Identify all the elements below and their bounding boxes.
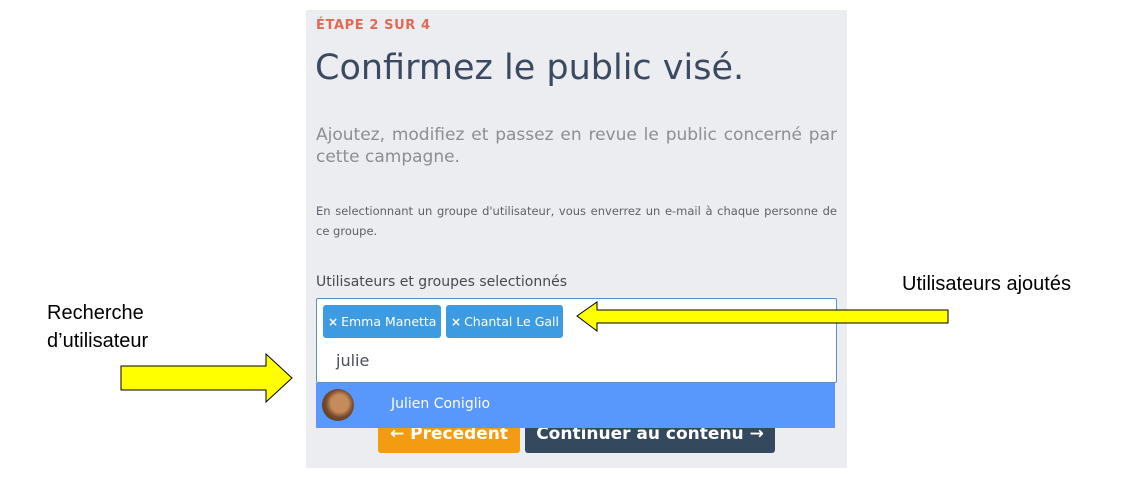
- arrow-right-icon: [120, 352, 293, 404]
- arrow-left-icon: [576, 301, 949, 332]
- annotation-arrows: [120, 301, 949, 404]
